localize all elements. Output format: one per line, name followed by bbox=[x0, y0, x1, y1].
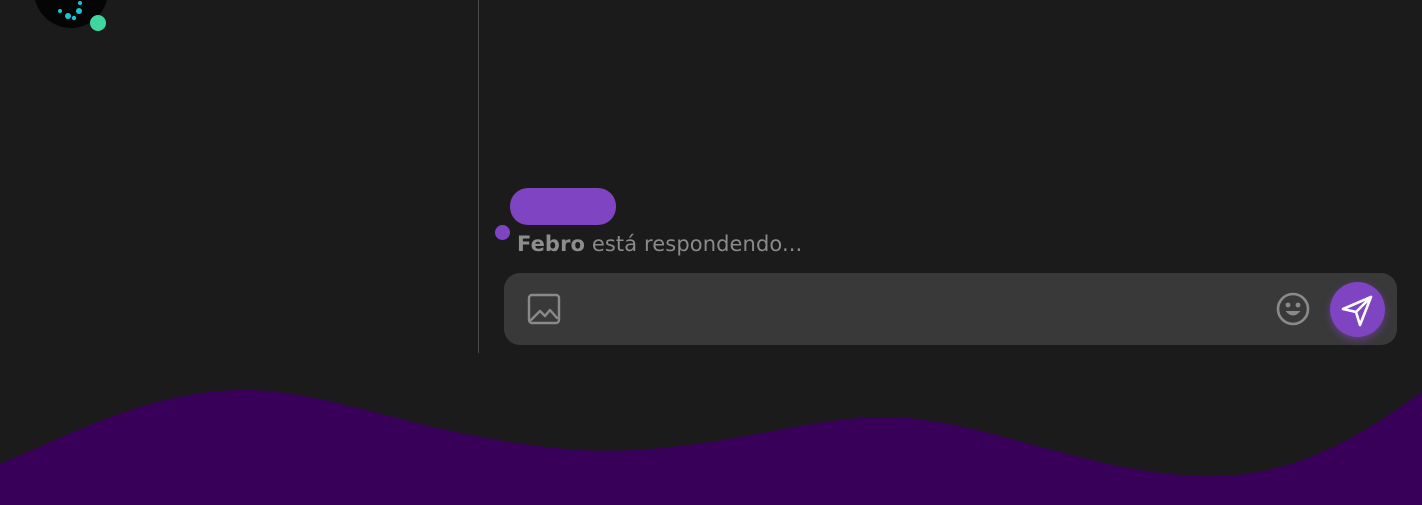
online-status-indicator bbox=[90, 15, 106, 31]
chat-page: Febro está respondendo... bbox=[0, 0, 1422, 505]
send-button[interactable] bbox=[1330, 282, 1385, 337]
typing-status-text: está respondendo... bbox=[591, 232, 803, 256]
image-icon bbox=[527, 293, 561, 325]
typing-bubble bbox=[510, 188, 616, 225]
typing-indicator: Febro está respondendo... bbox=[517, 232, 802, 256]
sidebar-divider bbox=[478, 0, 479, 353]
emoji-button[interactable] bbox=[1275, 291, 1311, 327]
message-composer bbox=[504, 273, 1397, 345]
decorative-wave bbox=[0, 389, 1422, 505]
attach-image-button[interactable] bbox=[526, 291, 562, 327]
typing-dot bbox=[495, 225, 510, 240]
emoji-icon bbox=[1276, 292, 1310, 326]
message-input[interactable] bbox=[584, 287, 1268, 333]
typing-user-name: Febro bbox=[517, 232, 586, 256]
send-icon bbox=[1341, 295, 1373, 327]
